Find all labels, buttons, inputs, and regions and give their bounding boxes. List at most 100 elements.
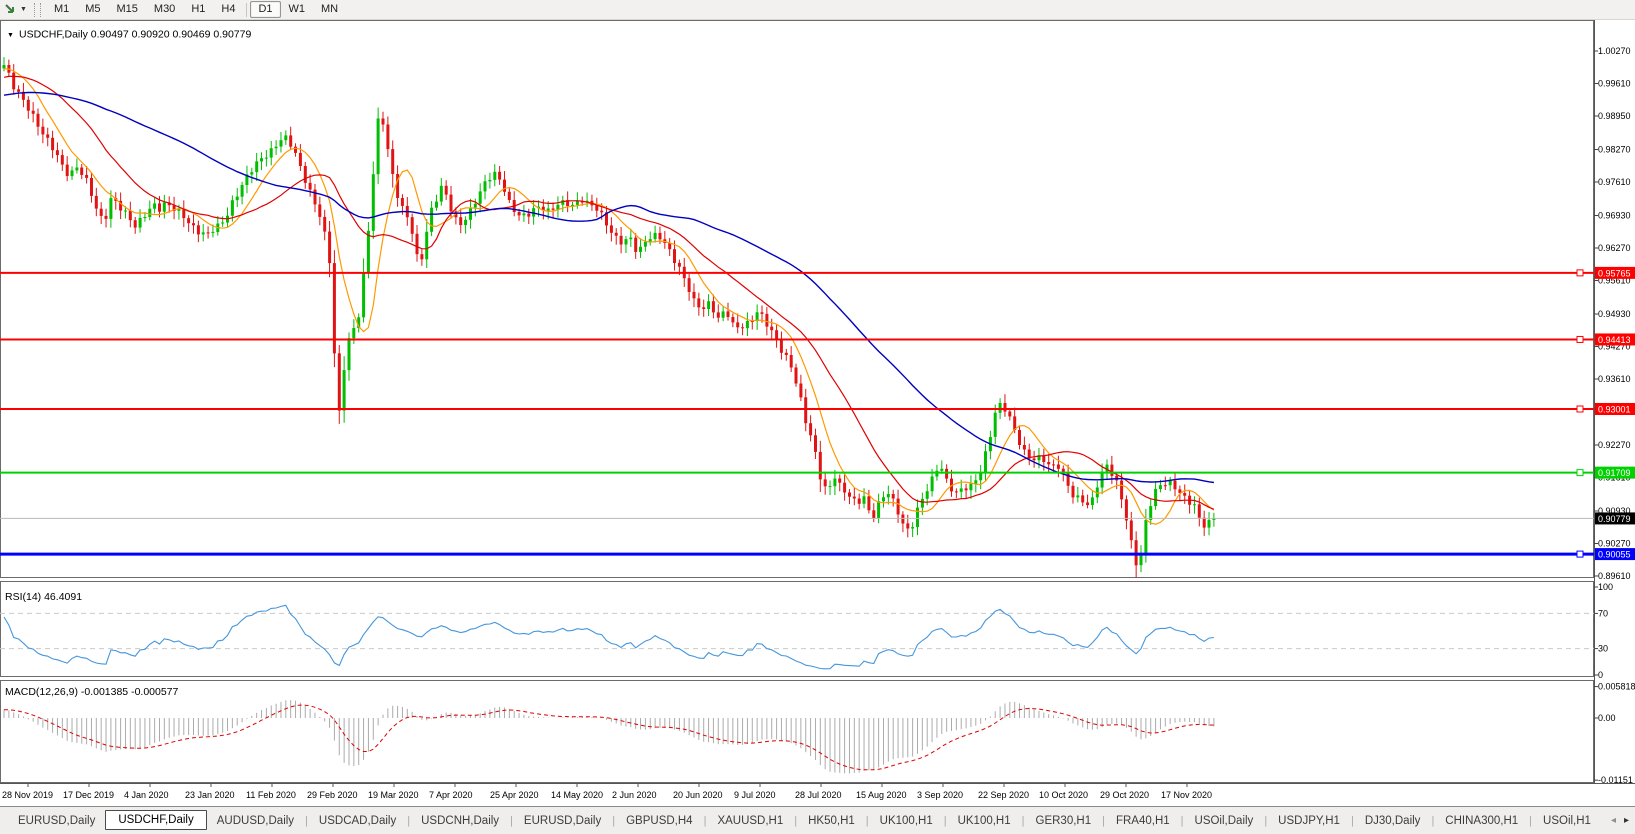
timeframe-m1[interactable]: M1 — [46, 1, 77, 18]
date-label: 15 Aug 2020 — [856, 790, 907, 800]
chart-title-caret-icon[interactable]: ▼ — [7, 32, 14, 39]
candle-body — [1047, 462, 1050, 464]
candle-body — [95, 196, 98, 209]
timeframe-d1[interactable]: D1 — [250, 1, 280, 18]
level-price-label: 0.94413 — [1598, 335, 1631, 345]
tab-eurusd-daily[interactable]: EURUSD,Daily — [8, 812, 105, 830]
tab-eurusd-daily[interactable]: EURUSD,Daily — [514, 812, 611, 830]
macd-tick-label: 0.00 — [1598, 713, 1616, 723]
candle-body — [1018, 430, 1021, 445]
candle-body — [858, 499, 861, 504]
tab-audusd-daily[interactable]: AUDUSD,Daily — [207, 812, 304, 830]
candle-body — [863, 496, 866, 504]
candle-body — [488, 180, 491, 181]
tab-usdchf-daily[interactable]: USDCHF,Daily — [105, 810, 206, 830]
date-label: 22 Sep 2020 — [978, 790, 1029, 800]
candle-body — [1023, 445, 1026, 450]
candle-body — [1008, 412, 1011, 417]
candle-body — [382, 119, 385, 125]
tab-dj30-daily[interactable]: DJ30,Daily — [1355, 812, 1431, 830]
candle-body — [576, 201, 579, 205]
candle-body — [124, 211, 127, 212]
tab-usoil-h1[interactable]: USOil,H1 — [1533, 812, 1601, 830]
candle-body — [352, 328, 355, 338]
timeframe-h1[interactable]: H1 — [183, 1, 213, 18]
chart-title: USDCHF,Daily 0.90497 0.90920 0.90469 0.9… — [19, 29, 251, 41]
candle-body — [202, 232, 205, 234]
timeframe-h4[interactable]: H4 — [213, 1, 243, 18]
tab-usdcad-daily[interactable]: USDCAD,Daily — [309, 812, 406, 830]
tab-uk100-h1[interactable]: UK100,H1 — [870, 812, 943, 830]
candle-body — [702, 307, 705, 309]
candle-body — [51, 138, 54, 150]
candle-body — [906, 523, 909, 528]
candle-body — [731, 317, 734, 322]
candle-body — [450, 195, 453, 212]
tab-gbpusd-h4[interactable]: GBPUSD,H4 — [616, 812, 702, 830]
tab-scroll-right-icon[interactable]: ▸ — [1624, 815, 1629, 826]
candle-body — [275, 147, 278, 149]
candle-body — [328, 232, 331, 264]
candle-body — [367, 231, 370, 272]
tab-scroll-left-icon[interactable]: ◂ — [1611, 815, 1616, 826]
candle-body — [634, 238, 637, 252]
candle-body — [1174, 481, 1177, 490]
candle-body — [1110, 465, 1113, 476]
candle-body — [877, 501, 880, 518]
candle-body — [158, 203, 161, 211]
candle-body — [780, 340, 783, 353]
candle-body — [969, 484, 972, 491]
tab-xauusd-h1[interactable]: XAUUSD,H1 — [707, 812, 793, 830]
date-label: 2 Jun 2020 — [612, 790, 657, 800]
tab-scroll-controls: ◂ ▸ — [1603, 807, 1633, 834]
chart-canvas[interactable]: 1.002700.996100.989500.982700.976100.969… — [0, 20, 1635, 806]
candle-body — [1081, 495, 1084, 502]
date-label: 29 Feb 2020 — [307, 790, 358, 800]
toolbar-separator — [246, 3, 247, 17]
candle-body — [547, 209, 550, 211]
timeframe-m5[interactable]: M5 — [77, 1, 108, 18]
chart-cursor-icon — [4, 3, 18, 16]
candle-body — [678, 263, 681, 267]
price-tick-label: 0.98950 — [1598, 111, 1631, 121]
tab-fra40-h1[interactable]: FRA40,H1 — [1106, 812, 1180, 830]
level-handle — [1577, 551, 1583, 557]
tab-usoil-daily[interactable]: USOil,Daily — [1185, 812, 1264, 830]
tab-usdjpy-h1[interactable]: USDJPY,H1 — [1268, 812, 1350, 830]
tab-usdcnh-daily[interactable]: USDCNH,Daily — [411, 812, 509, 830]
tab-hk50-h1[interactable]: HK50,H1 — [798, 812, 865, 830]
candle-body — [746, 321, 749, 328]
candle-body — [931, 477, 934, 492]
candle-body — [75, 168, 78, 171]
candle-body — [1198, 504, 1201, 517]
candle-body — [192, 223, 195, 225]
candle-body — [129, 211, 132, 221]
rsi-tick-label: 30 — [1598, 644, 1608, 654]
tab-china300-h1[interactable]: CHINA300,H1 — [1435, 812, 1528, 830]
tab-ger30-h1[interactable]: GER30,H1 — [1026, 812, 1102, 830]
chart-tool-dropdown[interactable]: ▼ — [1, 2, 30, 17]
candle-body — [503, 180, 506, 192]
timeframe-mn[interactable]: MN — [313, 1, 346, 18]
timeframe-w1[interactable]: W1 — [281, 1, 314, 18]
toolbar-grip[interactable] — [34, 3, 41, 17]
candle-body — [1052, 464, 1055, 465]
candle-body — [1076, 495, 1079, 497]
level-price-label: 0.90055 — [1598, 550, 1631, 560]
price-tick-label: 0.92270 — [1598, 440, 1631, 450]
tab-uk100-h1[interactable]: UK100,H1 — [948, 812, 1021, 830]
candle-body — [309, 183, 312, 190]
candle-body — [999, 403, 1002, 413]
candle-body — [221, 223, 224, 224]
timeframe-m30[interactable]: M30 — [146, 1, 183, 18]
candle-body — [430, 208, 433, 232]
candle-body — [1208, 520, 1211, 528]
candle-body — [761, 312, 764, 314]
candle-body — [693, 292, 696, 298]
candle-body — [163, 202, 166, 211]
candle-body — [1169, 481, 1172, 486]
level-handle — [1577, 336, 1583, 342]
candle-body — [717, 312, 720, 317]
timeframe-m15[interactable]: M15 — [109, 1, 146, 18]
candle-body — [66, 165, 69, 176]
